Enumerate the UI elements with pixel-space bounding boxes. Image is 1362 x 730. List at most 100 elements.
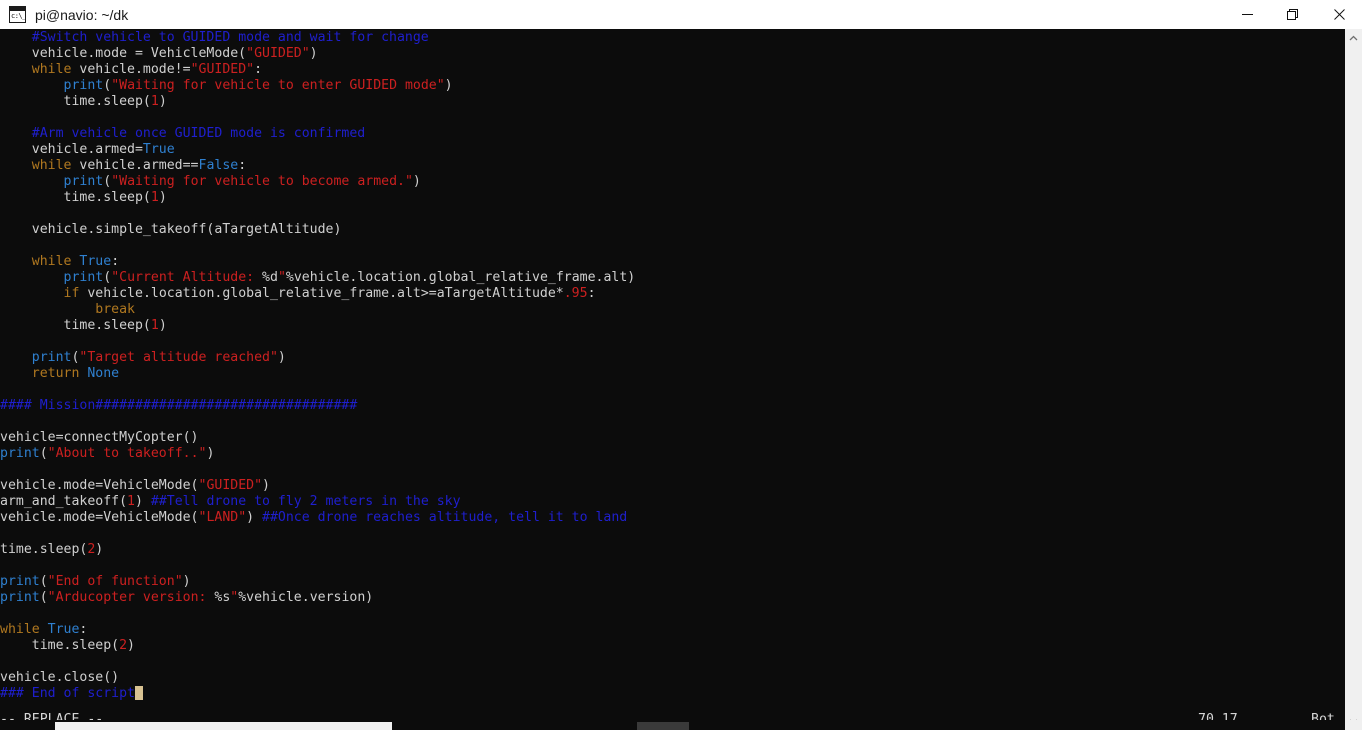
code-token: "LAND" <box>198 510 247 525</box>
code-token: : <box>111 254 120 269</box>
code-token: print <box>63 270 104 285</box>
code-token: " <box>277 270 286 285</box>
code-line: #Switch vehicle to GUIDED mode and wait … <box>0 30 1345 46</box>
code-line: vehicle.mode=VehicleMode("GUIDED") <box>0 478 1345 494</box>
code-token: vehicle.armed= <box>0 142 143 157</box>
code-token: ### End of script <box>0 686 135 701</box>
code-token: : <box>587 286 596 301</box>
code-token: True <box>142 142 175 157</box>
code-token: ( <box>103 270 112 285</box>
code-line: ### End of script <box>0 686 1345 702</box>
code-line: print("Waiting for vehicle to become arm… <box>0 174 1345 190</box>
code-token: #Switch vehicle to GUIDED mode and wait … <box>31 30 429 45</box>
code-line: vehicle.armed=True <box>0 142 1345 158</box>
code-line: time.sleep(1) <box>0 318 1345 334</box>
code-token: ( <box>103 78 112 93</box>
code-line: time.sleep(1) <box>0 190 1345 206</box>
horizontal-scrollbar-thumb[interactable] <box>55 722 392 730</box>
code-token: ) <box>206 446 215 461</box>
code-line: time.sleep(2) <box>0 638 1345 654</box>
vertical-scrollbar[interactable] <box>1345 29 1362 730</box>
code-line: print("Waiting for vehicle to enter GUID… <box>0 78 1345 94</box>
code-buffer[interactable]: #Switch vehicle to GUIDED mode and wait … <box>0 30 1345 702</box>
code-token: return <box>31 366 80 381</box>
code-token: print <box>63 78 104 93</box>
scroll-up-button[interactable] <box>1345 29 1362 46</box>
code-token: ) <box>412 174 421 189</box>
code-token: time.sleep( <box>0 318 151 333</box>
code-token: vehicle.location.global_relative_frame.a… <box>79 286 564 301</box>
code-token: print <box>0 590 40 605</box>
code-token: ##Once drone reaches altitude, tell it t… <box>262 510 628 525</box>
restore-icon <box>1287 8 1298 20</box>
code-token: print <box>0 446 40 461</box>
code-token: ( <box>39 574 48 589</box>
code-token: ) <box>182 574 191 589</box>
code-token: 2 <box>119 638 128 653</box>
code-token: vehicle.mode=VehicleMode( <box>0 478 199 493</box>
code-token: "About to takeoff.." <box>47 446 207 461</box>
code-line: time.sleep(2) <box>0 542 1345 558</box>
code-line: while True: <box>0 622 1345 638</box>
code-token: ( <box>103 174 112 189</box>
code-line: vehicle=connectMyCopter() <box>0 430 1345 446</box>
code-token: 1 <box>150 94 159 109</box>
code-token: ) <box>262 478 270 493</box>
text-cursor <box>134 686 143 700</box>
close-button[interactable] <box>1316 0 1362 29</box>
code-token: vehicle.armed== <box>71 158 199 173</box>
title-bar-left: pi@navio: ~/dk <box>0 6 1224 23</box>
code-token: vehicle.close() <box>0 670 120 685</box>
horizontal-scrollbar-mark <box>637 722 689 730</box>
code-line: #Arm vehicle once GUIDED mode is confirm… <box>0 126 1345 142</box>
code-token: ( <box>39 590 48 605</box>
code-token: %vehicle.location.global_relative_frame.… <box>285 270 636 285</box>
code-token: True <box>79 254 112 269</box>
code-token: False <box>198 158 239 173</box>
code-line: if vehicle.location.global_relative_fram… <box>0 286 1345 302</box>
code-token: : <box>254 62 263 77</box>
code-line: vehicle.close() <box>0 670 1345 686</box>
code-token: "Arducopter version: <box>47 590 215 605</box>
code-line: #### Mission############################… <box>0 398 1345 414</box>
code-token: ) <box>309 46 318 61</box>
code-token: "GUIDED" <box>246 46 310 61</box>
minimize-button[interactable] <box>1224 0 1270 29</box>
close-icon <box>1333 9 1345 20</box>
window-title: pi@navio: ~/dk <box>35 6 129 23</box>
code-token: print <box>0 574 40 589</box>
code-line: while vehicle.armed==False: <box>0 158 1345 174</box>
terminal-body[interactable]: #Switch vehicle to GUIDED mode and wait … <box>0 29 1345 730</box>
code-token: #### Mission############################… <box>0 398 358 413</box>
code-token: ) <box>158 190 167 205</box>
code-token: vehicle.mode = VehicleMode( <box>0 46 247 61</box>
code-token: while <box>31 158 72 173</box>
code-token: if <box>63 286 80 301</box>
code-token: %s <box>214 590 231 605</box>
code-token: : <box>238 158 247 173</box>
code-token: "End of function" <box>47 574 183 589</box>
code-token: vehicle=connectMyCopter() <box>0 430 199 445</box>
horizontal-scrollbar[interactable] <box>0 720 1345 730</box>
code-token: print <box>63 174 104 189</box>
code-token: "GUIDED" <box>198 478 263 493</box>
code-token: "Waiting for vehicle to enter GUIDED mod… <box>111 78 445 93</box>
code-token: "Waiting for vehicle to become armed." <box>111 174 413 189</box>
code-line: print("About to takeoff..") <box>0 446 1345 462</box>
maximize-button[interactable] <box>1270 0 1316 29</box>
code-token: time.sleep( <box>0 94 151 109</box>
code-token: vehicle.mode=VehicleMode( <box>0 510 199 525</box>
code-token: 1 <box>150 190 159 205</box>
code-token: "Target altitude reached" <box>79 350 278 365</box>
